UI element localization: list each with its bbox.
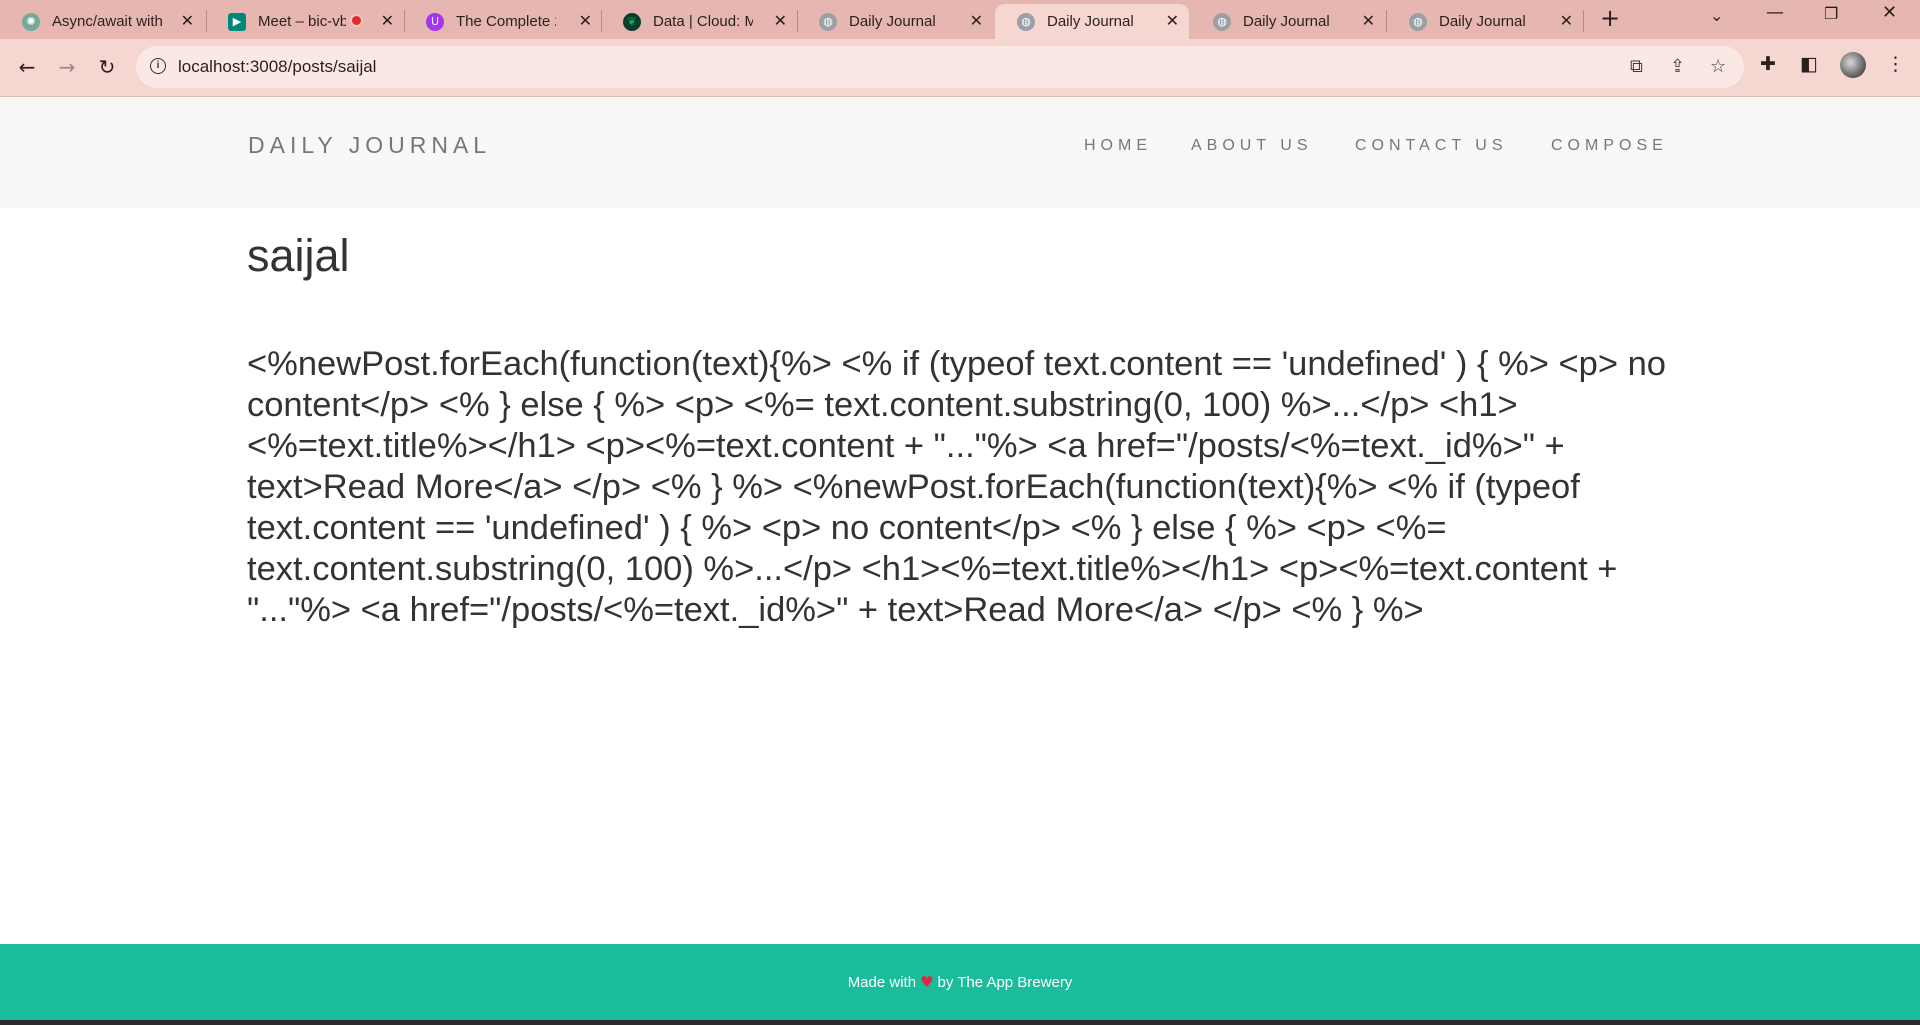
nav-contact-us[interactable]: CONTACT US <box>1355 137 1508 155</box>
tab-title: Daily Journal <box>1047 13 1134 30</box>
tab-title: Async/await with <box>52 13 163 30</box>
browser-tab[interactable]: ▶ Meet – bic-vb ✕ <box>206 4 404 39</box>
share-icon[interactable]: ⇪ <box>1670 56 1685 77</box>
side-panel-icon[interactable]: ◧ <box>1800 53 1818 75</box>
site-brand[interactable]: DAILY JOURNAL <box>248 132 491 159</box>
tab-divider <box>1583 10 1584 32</box>
close-icon[interactable]: ✕ <box>579 12 592 30</box>
bookmark-star-icon[interactable]: ☆ <box>1710 56 1726 77</box>
close-icon[interactable]: ✕ <box>1560 12 1573 30</box>
url-text[interactable]: localhost:3008/posts/saijal <box>178 57 376 77</box>
close-window-icon[interactable]: ✕ <box>1882 2 1897 23</box>
menu-kebab-icon[interactable]: ⋮ <box>1886 53 1905 75</box>
tab-title: Data | Cloud: Mo <box>653 13 753 30</box>
new-tab-icon[interactable]: + <box>1600 4 1620 32</box>
tab-title: The Complete 20 <box>456 13 556 30</box>
close-icon[interactable]: ✕ <box>381 12 394 30</box>
globe-icon: ◍ <box>1213 12 1231 31</box>
post-title: saijal <box>247 230 350 281</box>
browser-toolbar: ← → ↻ i localhost:3008/posts/saijal ⧉ ⇪ … <box>0 39 1920 97</box>
close-icon[interactable]: ✕ <box>1166 12 1179 30</box>
tab-title: Daily Journal <box>1439 13 1526 30</box>
browser-tab[interactable]: ◍ Daily Journal ✕ <box>797 4 993 39</box>
nav-compose[interactable]: COMPOSE <box>1551 137 1668 155</box>
chatgpt-icon: ✺ <box>22 12 40 31</box>
globe-icon: ◍ <box>1409 12 1427 31</box>
browser-tab[interactable]: ❦ Data | Cloud: Mo ✕ <box>601 4 797 39</box>
tab-title: Daily Journal <box>1243 13 1330 30</box>
close-icon[interactable]: ✕ <box>774 12 787 30</box>
post-body: <%newPost.forEach(function(text){%> <% i… <box>247 345 1666 629</box>
recording-indicator-icon <box>352 16 361 25</box>
site-navbar: DAILY JOURNAL HOME ABOUT US CONTACT US C… <box>0 97 1920 208</box>
translate-icon[interactable]: ⧉ <box>1630 56 1643 77</box>
browser-tab[interactable]: ✺ Async/await with ✕ <box>0 4 204 39</box>
nav-about-us[interactable]: ABOUT US <box>1191 137 1313 155</box>
site-footer: Made with ♥ by The App Brewery <box>0 944 1920 1020</box>
browser-tab[interactable]: U The Complete 20 ✕ <box>404 4 602 39</box>
globe-icon: ◍ <box>819 12 837 31</box>
tab-title: Daily Journal <box>849 13 936 30</box>
minimize-icon[interactable]: — <box>1766 2 1784 23</box>
extensions-icon[interactable]: ✚ <box>1760 53 1776 75</box>
mongodb-icon: ❦ <box>623 12 641 31</box>
close-icon[interactable]: ✕ <box>1362 12 1375 30</box>
globe-icon: ◍ <box>1017 12 1035 31</box>
google-meet-icon: ▶ <box>228 12 246 31</box>
footer-suffix: by The App Brewery <box>937 974 1073 991</box>
browser-tab-strip: ✺ Async/await with ✕ ▶ Meet – bic-vb ✕ U… <box>0 0 1920 39</box>
back-icon[interactable]: ← <box>12 52 42 82</box>
forward-icon[interactable]: → <box>52 52 82 82</box>
udemy-icon: U <box>426 12 444 31</box>
browser-tab-active[interactable]: ◍ Daily Journal ✕ <box>995 4 1189 39</box>
tab-search-chevron-icon[interactable]: ⌄ <box>1710 6 1723 25</box>
browser-tab[interactable]: ◍ Daily Journal ✕ <box>1387 4 1583 39</box>
close-icon[interactable]: ✕ <box>970 12 983 30</box>
footer-prefix: Made with <box>847 974 917 991</box>
taskbar-edge <box>0 1020 1920 1025</box>
site-info-icon[interactable]: i <box>150 58 166 74</box>
close-icon[interactable]: ✕ <box>181 12 194 30</box>
tab-title: Meet – bic-vb <box>258 13 346 30</box>
heart-icon: ♥ <box>920 973 934 991</box>
profile-avatar[interactable] <box>1840 52 1866 78</box>
browser-tab[interactable]: ◍ Daily Journal ✕ <box>1191 4 1385 39</box>
restore-icon[interactable]: ❐ <box>1824 4 1838 23</box>
nav-home[interactable]: HOME <box>1084 137 1152 155</box>
address-bar[interactable]: i localhost:3008/posts/saijal ⧉ ⇪ ☆ <box>136 46 1744 88</box>
reload-icon[interactable]: ↻ <box>92 52 122 82</box>
